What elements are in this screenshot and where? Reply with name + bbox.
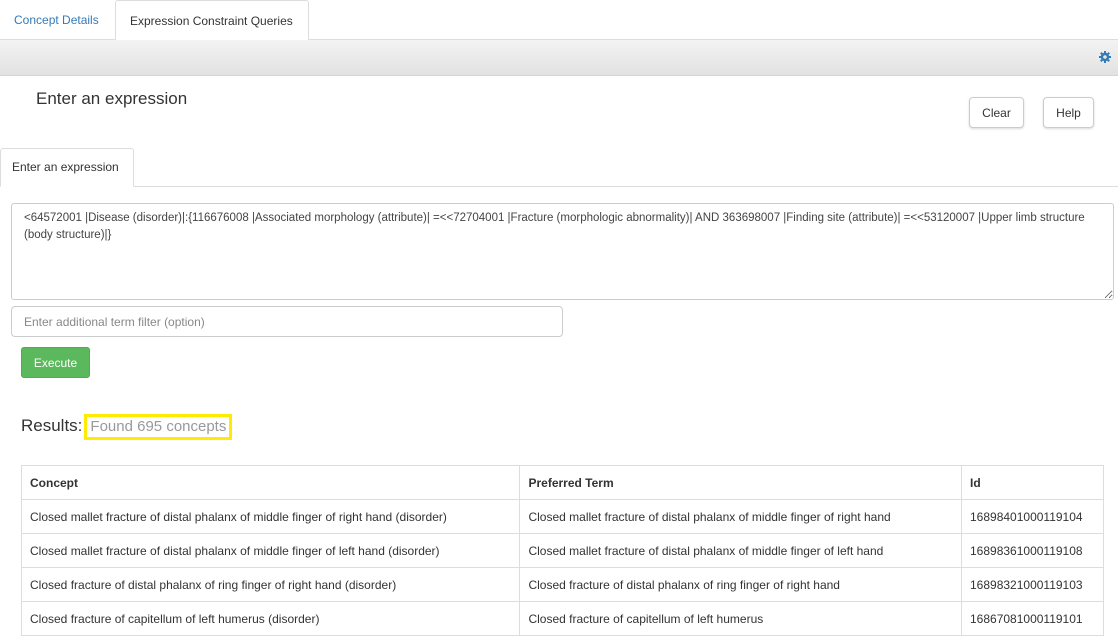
results-count: Found 695 concepts: [84, 414, 233, 440]
gear-icon[interactable]: [1099, 51, 1111, 63]
cell-concept: Closed fracture of capitellum of left hu…: [20, 601, 521, 636]
column-header-id[interactable]: Id: [961, 465, 1104, 500]
tab-concept-details[interactable]: Concept Details: [0, 0, 113, 40]
cell-concept: Closed fracture of distal phalanx of rin…: [20, 567, 521, 602]
cell-preferred-term: Closed mallet fracture of distal phalanx…: [519, 533, 962, 568]
cell-concept: Closed mallet fracture of distal phalanx…: [20, 499, 521, 534]
cell-preferred-term: Closed fracture of capitellum of left hu…: [519, 601, 962, 636]
expression-tab-bar: Enter an expression: [0, 148, 1118, 187]
column-header-preferred-term[interactable]: Preferred Term: [519, 465, 962, 500]
results-label: Results:: [21, 416, 83, 435]
table-header-row: Concept Preferred Term Id: [20, 465, 1104, 500]
top-tab-bar: Concept Details Expression Constraint Qu…: [0, 0, 1118, 41]
column-header-concept[interactable]: Concept: [20, 465, 521, 500]
tab-expression-constraint-queries[interactable]: Expression Constraint Queries: [115, 0, 309, 41]
tab-enter-expression[interactable]: Enter an expression: [0, 148, 134, 187]
term-filter-input[interactable]: [11, 306, 563, 337]
cell-id: 16898321000119103: [961, 567, 1104, 602]
execute-button[interactable]: Execute: [21, 347, 90, 378]
table-row[interactable]: Closed fracture of capitellum of left hu…: [20, 601, 1104, 636]
toolbar: [0, 40, 1118, 76]
cell-id: 16867081000119101: [961, 601, 1104, 636]
page-title: Enter an expression: [36, 89, 188, 108]
expression-input[interactable]: <64572001 |Disease (disorder)|:{11667600…: [11, 203, 1114, 300]
cell-preferred-term: Closed mallet fracture of distal phalanx…: [519, 499, 962, 534]
results-heading: Results: Found 695 concepts: [21, 414, 233, 440]
table-row[interactable]: Closed mallet fracture of distal phalanx…: [20, 499, 1104, 534]
help-button[interactable]: Help: [1043, 97, 1094, 128]
table-row[interactable]: Closed mallet fracture of distal phalanx…: [20, 533, 1104, 568]
cell-id: 16898361000119108: [961, 533, 1104, 568]
cell-concept: Closed mallet fracture of distal phalanx…: [20, 533, 521, 568]
clear-button[interactable]: Clear: [969, 97, 1024, 128]
cell-preferred-term: Closed fracture of distal phalanx of rin…: [519, 567, 962, 602]
results-table: Concept Preferred Term Id Closed mallet …: [20, 465, 1104, 636]
table-row[interactable]: Closed fracture of distal phalanx of rin…: [20, 567, 1104, 602]
cell-id: 16898401000119104: [961, 499, 1104, 534]
